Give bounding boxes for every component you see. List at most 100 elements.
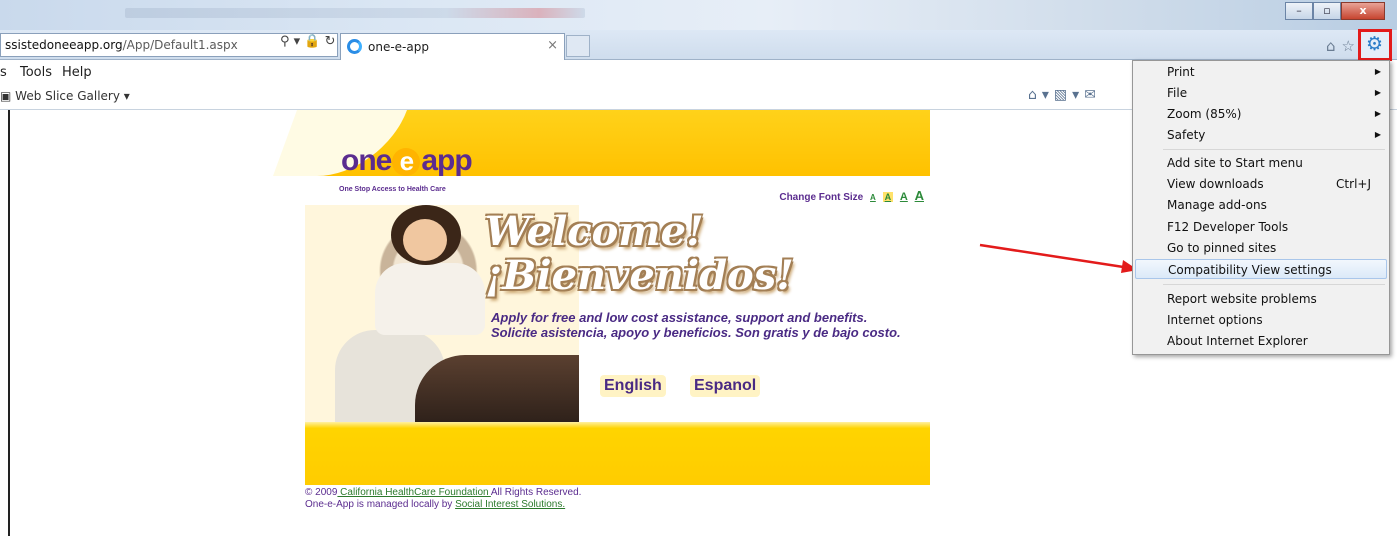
- site-description: Apply for free and low cost assistance, …: [491, 310, 901, 340]
- dropdown-arrow-icon[interactable]: ▾: [1042, 87, 1054, 103]
- home-icon[interactable]: ⌂: [1028, 87, 1042, 103]
- minimize-button[interactable]: –: [1285, 2, 1313, 20]
- navigation-bar: ssistedoneeapp.org/App/Default1.aspx ⚲ ▾…: [0, 30, 1397, 60]
- right-toolbar-icons: ⌂☆: [1326, 37, 1361, 55]
- tab-title: one-e-app: [368, 40, 429, 54]
- address-path: /App/Default1.aspx: [122, 38, 238, 52]
- menu-item-label: Zoom (85%): [1167, 107, 1242, 121]
- font-size-xsmall[interactable]: A: [870, 193, 876, 202]
- web-slice-icon: ▣: [0, 89, 12, 103]
- bienvenidos-heading: ¡Bienvenidos!: [485, 252, 794, 299]
- footer-band: [305, 422, 930, 485]
- menu-item-manage-addons[interactable]: Manage add-ons: [1135, 195, 1387, 215]
- copyright-line: © 2009 California HealthCare Foundation …: [305, 487, 581, 499]
- menu-item-zoom[interactable]: Zoom (85%) ▶: [1135, 104, 1387, 124]
- window-titlebar: – ▫ x: [0, 0, 1397, 30]
- menu-item-pinned-sites[interactable]: Go to pinned sites: [1135, 238, 1387, 258]
- red-arrow-annotation: [979, 243, 1138, 273]
- window-controls: – ▫ x: [1285, 2, 1385, 20]
- mail-icon[interactable]: ✉: [1084, 87, 1101, 103]
- home-icon[interactable]: ⌂: [1326, 37, 1342, 55]
- font-size-label: Change Font Size: [779, 192, 864, 203]
- menu-item-label: F12 Developer Tools: [1167, 220, 1289, 234]
- sis-link[interactable]: Social Interest Solutions.: [455, 499, 565, 510]
- web-slice-gallery-label: Web Slice Gallery: [15, 89, 120, 103]
- feeds-icon[interactable]: ▧: [1054, 87, 1072, 103]
- menu-item-print[interactable]: Print ▶: [1135, 62, 1387, 82]
- menu-item-label: Manage add-ons: [1167, 198, 1267, 212]
- menu-item-label: Go to pinned sites: [1167, 241, 1277, 255]
- chevron-right-icon: ▶: [1374, 67, 1381, 76]
- menu-item-label: Print: [1167, 65, 1195, 79]
- menu-item-add-site[interactable]: Add site to Start menu: [1135, 153, 1387, 173]
- menu-item-label: Add site to Start menu: [1167, 156, 1303, 170]
- refresh-icon[interactable]: ↻: [325, 34, 336, 49]
- description-english: Apply for free and low cost assistance, …: [491, 310, 868, 325]
- logo-e: e: [392, 148, 421, 176]
- logo-one: one: [341, 144, 392, 177]
- menu-item-compatibility-view[interactable]: Compatibility View settings: [1135, 259, 1387, 279]
- ie-icon: [347, 39, 362, 54]
- menu-separator: [1163, 149, 1385, 150]
- restore-button[interactable]: ▫: [1313, 2, 1341, 20]
- dropdown-arrow-icon[interactable]: ▾: [294, 34, 301, 49]
- site-logo: one e app: [341, 144, 473, 178]
- site-footer: © 2009 California HealthCare Foundation …: [305, 487, 581, 511]
- photo-shape: [415, 355, 579, 423]
- description-spanish: Solicite asistencia, apoyo y beneficios.…: [491, 325, 901, 340]
- menu-item-about-ie[interactable]: About Internet Explorer: [1135, 331, 1387, 351]
- menu-item-label: Compatibility View settings: [1168, 263, 1332, 277]
- menu-item-help[interactable]: Help: [62, 65, 92, 80]
- menu-item-label: File: [1167, 86, 1188, 100]
- new-tab-button[interactable]: [566, 35, 590, 57]
- photo-shape: [403, 219, 447, 261]
- browser-tab[interactable]: one-e-app ×: [340, 33, 565, 60]
- menu-item-label: About Internet Explorer: [1167, 334, 1308, 348]
- font-size-controls: Change Font Size A A A A: [779, 188, 924, 203]
- copyright-text: © 2009: [305, 487, 338, 498]
- chevron-down-icon: ▾: [123, 89, 130, 103]
- menu-item-f12-tools[interactable]: F12 Developer Tools: [1135, 217, 1387, 237]
- one-e-app-site: one e app One Stop Access to Health Care C…: [272, 110, 930, 485]
- chevron-right-icon: ▶: [1374, 109, 1381, 118]
- tools-dropdown-menu: Print ▶ File ▶ Zoom (85%) ▶ Safety ▶ Add sit…: [1132, 60, 1390, 355]
- font-size-small[interactable]: A: [882, 192, 894, 202]
- menu-item-internet-options[interactable]: Internet options: [1135, 310, 1387, 330]
- menu-item-shortcut: Ctrl+J: [1336, 177, 1371, 191]
- rights-text: All Rights Reserved.: [490, 487, 582, 498]
- lock-icon[interactable]: 🔒: [304, 34, 320, 49]
- menu-item-label: View downloads: [1167, 177, 1264, 191]
- menu-item-safety[interactable]: Safety ▶: [1135, 125, 1387, 145]
- close-window-button[interactable]: x: [1341, 2, 1385, 20]
- font-size-medium[interactable]: A: [900, 191, 908, 203]
- menu-separator: [1163, 284, 1385, 285]
- site-tagline: One Stop Access to Health Care: [339, 186, 446, 193]
- managed-text: One-e-App is managed locally by: [305, 499, 456, 510]
- font-size-large[interactable]: A: [915, 188, 924, 203]
- tab-close-icon[interactable]: ×: [547, 38, 558, 53]
- menu-item-partial[interactable]: s: [0, 65, 7, 80]
- tools-gear-button[interactable]: ⚙: [1358, 29, 1392, 61]
- english-button[interactable]: English: [600, 375, 666, 397]
- photo-shape: [375, 263, 485, 335]
- menu-item-label: Safety: [1167, 128, 1206, 142]
- address-tools: ⚲ ▾ 🔒 ↻: [280, 34, 336, 49]
- menu-item-tools[interactable]: Tools: [20, 65, 52, 80]
- dropdown-arrow-icon[interactable]: ▾: [1072, 87, 1084, 103]
- logo-app: app: [421, 144, 472, 177]
- search-icon[interactable]: ⚲: [280, 34, 290, 49]
- menu-item-label: Report website problems: [1167, 292, 1317, 306]
- menu-item-file[interactable]: File ▶: [1135, 83, 1387, 103]
- gear-icon: ⚙: [1366, 33, 1384, 55]
- web-slice-gallery-link[interactable]: ▣ Web Slice Gallery ▾: [0, 89, 130, 103]
- menu-item-label: Internet options: [1167, 313, 1263, 327]
- welcome-heading: Welcome!: [485, 208, 704, 255]
- command-bar-icons: ⌂▾▧▾✉: [1028, 87, 1101, 103]
- address-domain: ssistedoneeapp.org: [5, 38, 123, 52]
- titlebar-ghost-text: [125, 8, 585, 18]
- espanol-button[interactable]: Espanol: [690, 375, 761, 397]
- menu-item-report-problems[interactable]: Report website problems: [1135, 289, 1387, 309]
- chevron-right-icon: ▶: [1374, 130, 1381, 139]
- chcf-link[interactable]: California HealthCare Foundation: [337, 487, 490, 498]
- menu-item-view-downloads[interactable]: View downloads Ctrl+J: [1135, 174, 1387, 194]
